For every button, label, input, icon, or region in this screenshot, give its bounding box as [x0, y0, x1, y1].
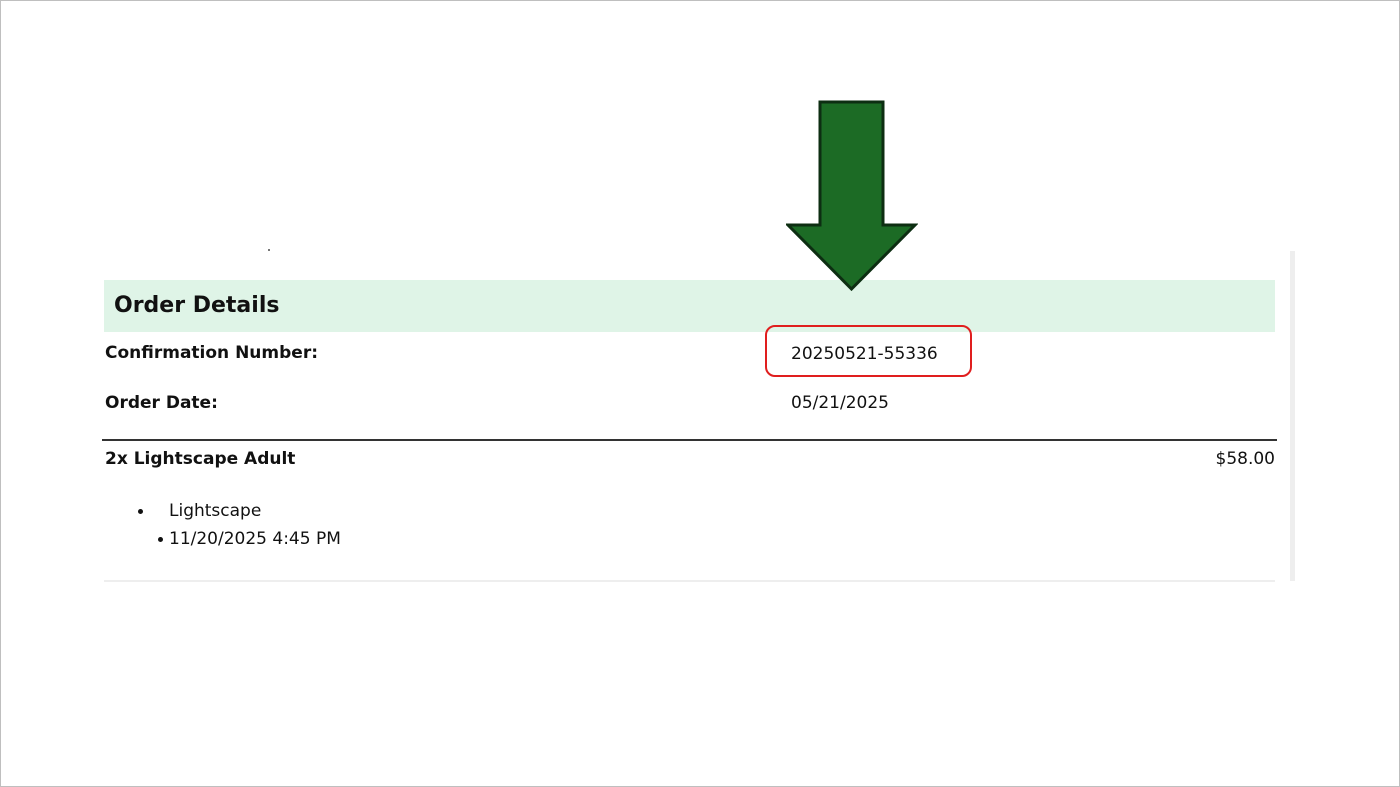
down-arrow-shape	[786, 100, 918, 292]
confirmation-highlight-box	[765, 325, 972, 377]
order-date-label: Order Date:	[105, 393, 218, 413]
order-details-title: Order Details	[114, 293, 280, 318]
line-item-price: $58.00	[1215, 449, 1275, 469]
stray-mark	[268, 249, 270, 251]
down-arrow-icon	[786, 100, 918, 292]
line-item-divider	[102, 439, 1277, 441]
bottom-divider	[104, 580, 1275, 582]
order-date-value: 05/21/2025	[791, 393, 889, 413]
bullet-icon	[158, 537, 163, 542]
line-item-venue: Lightscape	[169, 501, 262, 521]
order-details-header: Order Details	[104, 280, 1275, 332]
line-item-name: 2x Lightscape Adult	[105, 449, 296, 469]
line-item-datetime: 11/20/2025 4:45 PM	[169, 529, 341, 549]
right-border	[1290, 251, 1295, 581]
confirmation-number-label: Confirmation Number:	[105, 343, 319, 363]
bullet-icon	[138, 509, 143, 514]
